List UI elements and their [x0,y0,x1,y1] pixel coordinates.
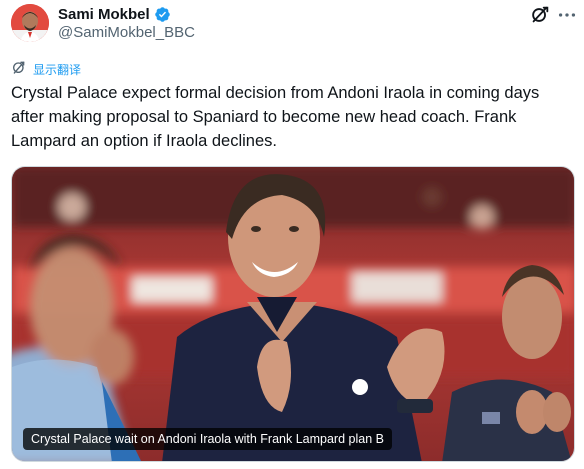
grok-icon[interactable] [529,4,551,26]
media-caption: Crystal Palace wait on Andoni Iraola wit… [23,428,392,450]
show-translation-label: 显示翻译 [33,62,82,77]
tweet-text: Crystal Palace expect formal decision fr… [11,84,540,150]
author-avatar[interactable] [11,4,49,42]
author-name-row: Sami Mokbel [58,4,171,24]
author-display-name[interactable]: Sami Mokbel [58,6,150,23]
tweet-media-image[interactable] [11,166,575,462]
author-handle[interactable]: @SamiMokbel_BBC [58,24,195,41]
more-options-icon[interactable] [556,4,578,26]
show-translation-button[interactable]: 显示翻译 [11,60,81,78]
verified-badge-icon [154,6,171,23]
translate-icon [11,59,27,80]
